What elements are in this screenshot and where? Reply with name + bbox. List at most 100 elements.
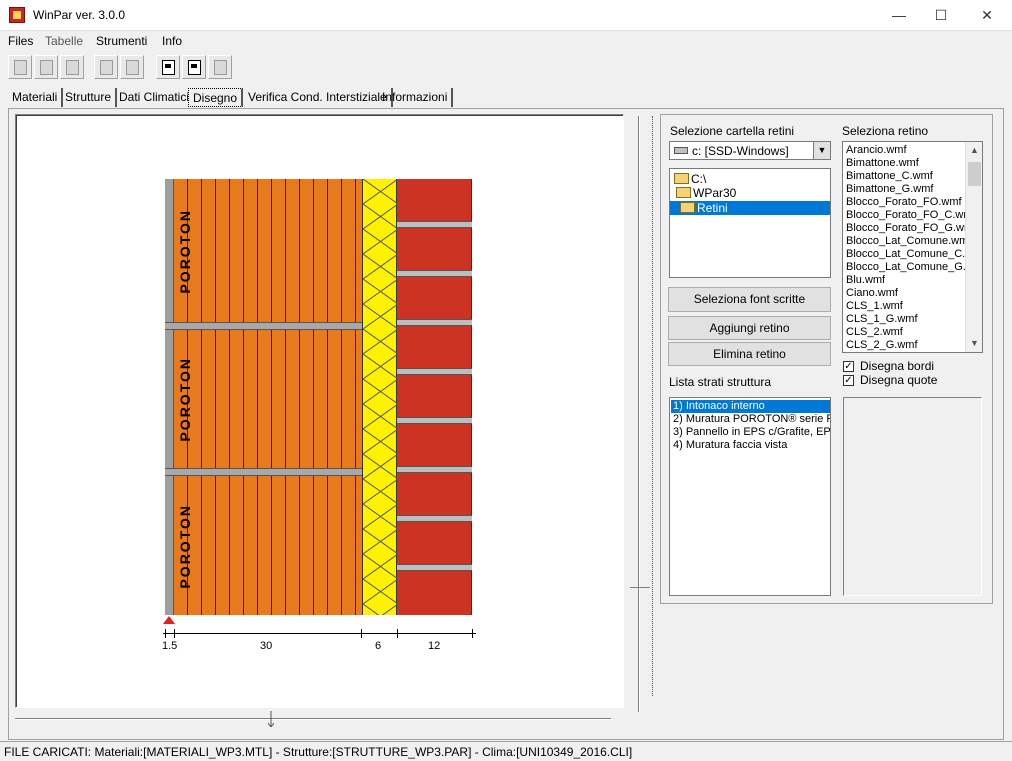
menu-bar: Files Tabelle Strumenti Info	[0, 31, 1012, 51]
folder-icon	[674, 173, 689, 184]
list-item[interactable]: Blocco_Lat_Comune_C.	[846, 248, 965, 261]
print-preview-icon[interactable]	[120, 55, 144, 79]
list-item[interactable]: Ciano.wmf	[846, 287, 898, 300]
tab-informazioni[interactable]: Informazioni	[378, 88, 454, 107]
vertical-slider-thumb[interactable]	[630, 587, 650, 595]
layer-plaster	[165, 179, 174, 615]
list-item[interactable]: Blocco_Lat_Comune.wm	[846, 235, 968, 248]
mortar-joint	[165, 322, 174, 330]
drive-value: c: [SSD-Windows]	[692, 144, 789, 158]
save-icon[interactable]	[60, 55, 84, 79]
close-button[interactable]: ✕	[964, 0, 1010, 31]
dim-label-insulation: 6	[375, 640, 382, 652]
layer-item[interactable]: 4) Muratura faccia vista	[673, 439, 787, 452]
selected-layer-marker	[163, 616, 175, 624]
mortar-joint	[165, 468, 174, 476]
new-file-icon[interactable]	[8, 55, 32, 79]
layers-label: Lista strati struttura	[669, 375, 772, 389]
app-icon	[9, 7, 25, 23]
brick-joint	[397, 417, 472, 424]
brick-joint	[397, 368, 472, 375]
dim-tick	[472, 629, 473, 638]
tab-strutture[interactable]: Strutture	[61, 88, 118, 107]
dim-label-plaster: 1.5	[162, 640, 178, 652]
dim-tick	[397, 629, 398, 638]
layers-list[interactable]: 1) Intonaco interno 2) Muratura POROTON®…	[669, 397, 831, 596]
brick-joint	[397, 270, 472, 277]
remove-hatch-button[interactable]: Elimina retino	[668, 342, 831, 366]
dim-tick	[165, 629, 166, 638]
select-font-button[interactable]: Seleziona font scritte	[668, 287, 831, 312]
list-item[interactable]: CLS_1_G.wmf	[846, 313, 918, 326]
window-title: WinPar ver. 3.0.0	[33, 8, 126, 22]
folder-item-label: Retini	[697, 201, 728, 215]
brick-joint	[397, 319, 472, 326]
folder-icon	[676, 187, 691, 198]
copy-drawing-icon[interactable]	[156, 55, 180, 79]
dimension-line	[163, 633, 476, 634]
menu-info[interactable]: Info	[162, 34, 182, 48]
list-item[interactable]: Blocco_Forato_FO.wmf	[846, 196, 962, 209]
chevron-down-icon[interactable]: ▼	[966, 335, 982, 352]
vertical-zoom-slider[interactable]	[638, 116, 640, 712]
hatch-list[interactable]: Arancio.wmf Bimattone.wmf Bimattone_C.wm…	[842, 141, 983, 353]
horizontal-zoom-slider[interactable]	[15, 718, 611, 720]
hatch-list-scrollbar[interactable]: ▲ ▼	[965, 142, 982, 352]
mortar-joint	[174, 322, 362, 330]
minimize-button[interactable]: —	[876, 0, 922, 31]
chevron-down-icon[interactable]: ▼	[813, 142, 830, 159]
horizontal-slider-thumb[interactable]	[267, 711, 275, 728]
status-bar: FILE CARICATI: Materiali:[MATERIALI_WP3.…	[0, 741, 1012, 761]
list-item[interactable]: CLS_1.wmf	[846, 300, 903, 313]
title-bar: WinPar ver. 3.0.0 — ☐ ✕	[0, 0, 1012, 31]
status-text: FILE CARICATI: Materiali:[MATERIALI_WP3.…	[4, 745, 633, 759]
scroll-thumb[interactable]	[968, 162, 981, 186]
tab-dati-climatici[interactable]: Dati Climatici	[115, 88, 196, 107]
list-item[interactable]: Bimattone_C.wmf	[846, 170, 933, 183]
list-item[interactable]: Blu.wmf	[846, 274, 885, 287]
menu-strumenti[interactable]: Strumenti	[96, 34, 147, 48]
drive-icon	[674, 147, 688, 154]
folder-item-selected[interactable]: Retini	[670, 201, 830, 215]
list-item[interactable]: Arancio.wmf	[846, 144, 907, 157]
slider-ticks	[652, 116, 653, 696]
poroton-label: POROTON	[177, 357, 193, 442]
layer-item[interactable]: 2) Muratura POROTON® serie P7	[673, 413, 830, 426]
dim-label-poroton: 30	[260, 640, 273, 652]
chevron-up-icon[interactable]: ▲	[966, 142, 982, 159]
list-item[interactable]: Bimattone.wmf	[846, 157, 919, 170]
list-item[interactable]: CLS_2_G.wmf	[846, 339, 918, 352]
folder-item[interactable]: C:\	[674, 172, 706, 186]
open-folder-icon[interactable]	[34, 55, 58, 79]
tab-verifica[interactable]: Verifica Cond. Interstiziale	[244, 88, 393, 107]
poroton-label: POROTON	[177, 209, 193, 294]
menu-tabelle[interactable]: Tabelle	[45, 34, 83, 48]
add-hatch-button[interactable]: Aggiungi retino	[668, 316, 831, 340]
brick-joint	[397, 221, 472, 228]
export-icon[interactable]	[182, 55, 206, 79]
drive-select[interactable]: c: [SSD-Windows] ▼	[669, 141, 831, 160]
list-item[interactable]: Blocco_Lat_Comune_G.	[846, 261, 966, 274]
draw-quotes-checkbox[interactable]: ✓	[843, 375, 854, 386]
list-item[interactable]: Bimattone_G.wmf	[846, 183, 933, 196]
maximize-button[interactable]: ☐	[918, 0, 964, 31]
layer-item[interactable]: 3) Pannello in EPS c/Grafite, EPS	[673, 426, 830, 439]
mortar-joint	[174, 468, 362, 476]
tab-disegno[interactable]: Disegno	[188, 88, 244, 107]
layer-facing-brick	[397, 179, 472, 615]
menu-files[interactable]: Files	[8, 34, 33, 48]
folder-item[interactable]: WPar30	[676, 186, 736, 200]
layer-item-selected[interactable]: 1) Intonaco interno	[671, 400, 830, 413]
folder-label: Selezione cartella retini	[670, 124, 795, 138]
list-item[interactable]: Blocco_Forato_FO_C.wm	[846, 209, 973, 222]
draw-borders-checkbox[interactable]: ✓	[843, 361, 854, 372]
edit-icon[interactable]	[208, 55, 232, 79]
brick-joint	[397, 564, 472, 571]
dim-tick	[361, 629, 362, 638]
print-icon[interactable]	[94, 55, 118, 79]
hatch-preview	[843, 397, 982, 596]
list-item[interactable]: Blocco_Forato_FO_G.wm	[846, 222, 973, 235]
folder-tree[interactable]: C:\ WPar30 Retini	[669, 168, 831, 278]
list-item[interactable]: CLS_2.wmf	[846, 326, 903, 339]
tab-materiali[interactable]: Materiali	[8, 88, 64, 107]
